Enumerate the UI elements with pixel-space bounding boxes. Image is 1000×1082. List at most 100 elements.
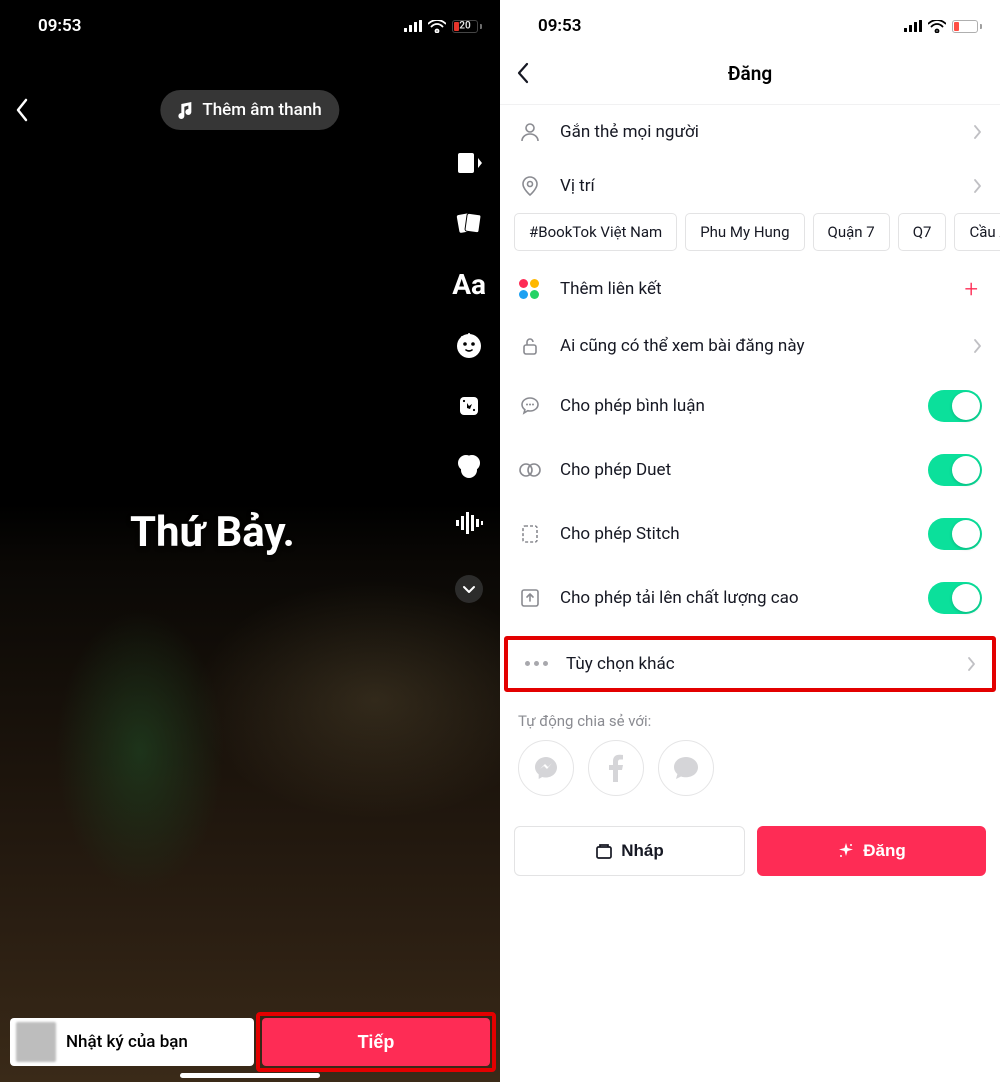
share-icons [500, 740, 1000, 816]
privacy-label: Ai cũng có thể xem bài đăng này [560, 335, 955, 358]
page-title: Đăng [728, 62, 772, 85]
post-header: Đăng [500, 48, 1000, 98]
stickers-tool[interactable] [454, 331, 484, 361]
location-chip[interactable]: #BookTok Việt Nam [514, 213, 677, 251]
apps-color-icon [518, 279, 542, 299]
facebook-icon [608, 754, 624, 782]
status-time: 09:53 [38, 16, 81, 36]
battery-indicator: 20 [452, 20, 482, 33]
more-options-label: Tùy chọn khác [566, 654, 949, 674]
location-chips: #BookTok Việt Nam Phu My Hung Quận 7 Q7 … [500, 213, 1000, 259]
next-button-wrap: Tiếp [262, 1018, 490, 1066]
location-pin-icon [518, 175, 542, 197]
draft-label: Nháp [621, 841, 664, 861]
your-story-button[interactable]: Nhật ký của bạn [10, 1018, 254, 1066]
more-dots-icon [524, 661, 548, 666]
more-options-wrap: Tùy chọn khác [506, 638, 994, 690]
message-bubble-icon [672, 755, 700, 781]
messenger-icon [532, 754, 560, 782]
audio-editing-tool[interactable] [454, 511, 484, 535]
next-button[interactable]: Tiếp [262, 1018, 490, 1066]
location-chip[interactable]: Quận 7 [813, 213, 890, 251]
video-caption-overlay[interactable]: Thứ Bảy. [130, 508, 295, 557]
editor-topbar: Thêm âm thanh [0, 96, 500, 124]
story-avatar-thumb [16, 1022, 56, 1062]
allow-hq-upload-row: Cho phép tải lên chất lượng cao [500, 566, 1000, 630]
allow-stitch-row: Cho phép Stitch [500, 502, 1000, 566]
add-sound-button[interactable]: Thêm âm thanh [160, 90, 339, 130]
post-button-label: Đăng [863, 841, 906, 861]
status-bar: 09:53 20 [500, 0, 1000, 48]
chevron-right-icon [973, 338, 982, 354]
chevron-right-icon [973, 124, 982, 140]
lock-open-icon [518, 335, 542, 357]
text-tool[interactable]: Aa [452, 268, 486, 301]
add-link-row[interactable]: Thêm liên kết + [500, 259, 1000, 319]
add-sound-label: Thêm âm thanh [202, 100, 321, 120]
post-body: Gắn thẻ mọi người Vị trí #BookTok Việt N… [500, 105, 1000, 896]
video-preview[interactable] [0, 48, 500, 1082]
music-note-icon [178, 101, 194, 119]
wifi-icon [928, 20, 946, 33]
share-messenger-button[interactable] [518, 740, 574, 796]
tag-people-row[interactable]: Gắn thẻ mọi người [500, 105, 1000, 159]
privacy-row[interactable]: Ai cũng có thể xem bài đăng này [500, 319, 1000, 374]
effects-tool[interactable] [454, 391, 484, 421]
status-icons: 20 [404, 20, 482, 33]
post-button[interactable]: Đăng [757, 826, 986, 876]
sparkle-icon [837, 842, 855, 860]
allow-stitch-label: Cho phép Stitch [560, 524, 910, 544]
battery-indicator: 20 [952, 20, 982, 33]
allow-duet-row: Cho phép Duet [500, 438, 1000, 502]
editor-bottom-bar: Nhật ký của bạn Tiếp [10, 1018, 490, 1066]
location-chip[interactable]: Cầu Ánh S [954, 213, 1000, 251]
allow-duet-label: Cho phép Duet [560, 460, 910, 480]
more-options-row[interactable]: Tùy chọn khác [506, 638, 994, 690]
filters-tool[interactable] [454, 451, 484, 481]
wifi-icon [428, 20, 446, 33]
expand-tools-button[interactable] [455, 575, 483, 603]
flip-tool[interactable] [454, 148, 484, 178]
location-row[interactable]: Vị trí [500, 159, 1000, 213]
add-link-label: Thêm liên kết [560, 279, 946, 299]
share-facebook-button[interactable] [588, 740, 644, 796]
home-indicator[interactable] [180, 1073, 320, 1078]
cellular-icon [404, 20, 422, 32]
status-bar: 09:53 20 [0, 0, 500, 48]
status-icons: 20 [904, 20, 982, 33]
video-editor: Thứ Bảy. Thêm âm thanh Aa Nhật ký của b [0, 48, 500, 1082]
person-icon [518, 121, 542, 143]
draft-button[interactable]: Nháp [514, 826, 745, 876]
stitch-icon [518, 523, 542, 545]
upload-hq-icon [518, 587, 542, 609]
allow-stitch-toggle[interactable] [928, 518, 982, 550]
allow-hq-toggle[interactable] [928, 582, 982, 614]
location-chip[interactable]: Q7 [898, 213, 947, 251]
plus-icon: + [964, 275, 978, 303]
share-message-button[interactable] [658, 740, 714, 796]
your-story-label: Nhật ký của bạn [66, 1032, 188, 1052]
comment-icon [518, 395, 542, 417]
duet-icon [518, 459, 542, 481]
editor-screen: 09:53 20 Thứ Bảy. Thêm âm thanh Aa [0, 0, 500, 1082]
allow-duet-toggle[interactable] [928, 454, 982, 486]
drafts-icon [595, 842, 613, 860]
chevron-right-icon [973, 178, 982, 194]
editor-toolbar: Aa [452, 148, 486, 603]
allow-comments-row: Cho phép bình luận [500, 374, 1000, 438]
post-screen: 09:53 20 Đăng Gắn thẻ mọi người Vị trí #… [500, 0, 1000, 1082]
allow-comments-toggle[interactable] [928, 390, 982, 422]
allow-comments-label: Cho phép bình luận [560, 396, 910, 416]
cellular-icon [904, 20, 922, 32]
post-actions: Nháp Đăng [500, 816, 1000, 896]
allow-hq-label: Cho phép tải lên chất lượng cao [560, 588, 910, 608]
chevron-right-icon [967, 656, 976, 672]
location-label: Vị trí [560, 176, 955, 196]
tag-people-label: Gắn thẻ mọi người [560, 122, 955, 142]
auto-share-label: Tự động chia sẻ với: [500, 698, 1000, 740]
back-button[interactable] [516, 61, 529, 85]
back-button[interactable] [14, 96, 28, 124]
status-time: 09:53 [538, 16, 581, 36]
templates-tool[interactable] [454, 208, 484, 238]
location-chip[interactable]: Phu My Hung [685, 213, 804, 251]
